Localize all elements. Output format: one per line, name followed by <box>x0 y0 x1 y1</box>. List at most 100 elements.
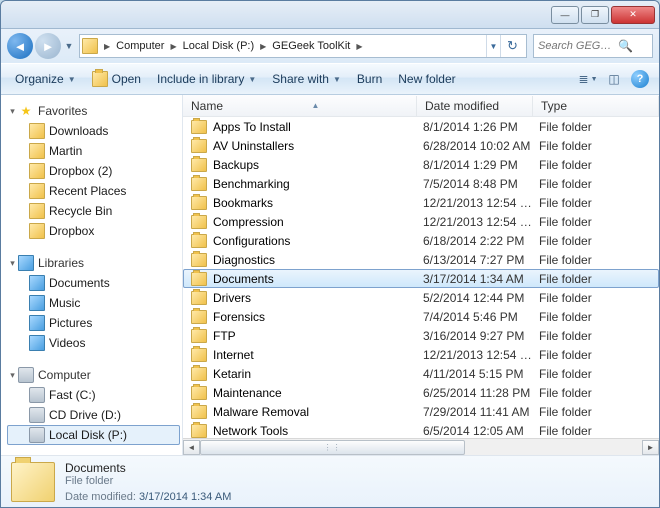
file-date: 12/21/2013 12:54 … <box>423 348 539 362</box>
breadcrumb-segment[interactable]: Computer <box>112 38 168 54</box>
sidebar-item[interactable]: Recent Places <box>7 181 180 201</box>
help-button[interactable]: ? <box>629 68 651 90</box>
sidebar-item-label: Martin <box>49 144 82 158</box>
sidebar-item[interactable]: Dropbox (2) <box>7 161 180 181</box>
organize-button[interactable]: Organize▼ <box>7 68 84 90</box>
column-date[interactable]: Date modified <box>417 96 533 116</box>
minimize-button[interactable]: — <box>551 6 579 24</box>
sidebar-item[interactable]: Martin <box>7 141 180 161</box>
file-row[interactable]: Malware Removal7/29/2014 11:41 AMFile fo… <box>183 402 659 421</box>
burn-button[interactable]: Burn <box>349 68 390 90</box>
breadcrumb-segment[interactable]: GEGeek ToolKit <box>268 38 354 54</box>
sidebar-item[interactable]: Documents <box>7 273 180 293</box>
column-name[interactable]: Name▲ <box>183 96 417 116</box>
file-type: File folder <box>539 424 659 438</box>
sidebar-item[interactable]: Fast (C:) <box>7 385 180 405</box>
address-dropdown[interactable]: ▼ <box>486 35 500 57</box>
file-type: File folder <box>539 348 659 362</box>
sidebar-item-label: Downloads <box>49 124 108 138</box>
file-row[interactable]: Bookmarks12/21/2013 12:54 …File folder <box>183 193 659 212</box>
include-library-button[interactable]: Include in library▼ <box>149 68 264 90</box>
address-bar[interactable]: ▶ Computer ▶ Local Disk (P:) ▶ GEGeek To… <box>79 34 527 58</box>
file-name: Drivers <box>213 291 423 305</box>
details-pane: Documents File folder Date modified: 3/1… <box>1 455 659 507</box>
sidebar-item-label: Music <box>49 296 80 310</box>
scroll-track[interactable]: ⋮⋮ <box>200 440 642 455</box>
forward-button[interactable]: ► <box>35 33 61 59</box>
new-folder-button[interactable]: New folder <box>390 68 463 90</box>
file-date: 3/16/2014 9:27 PM <box>423 329 539 343</box>
item-icon <box>29 335 45 351</box>
folder-icon <box>191 367 207 381</box>
file-row[interactable]: Benchmarking7/5/2014 8:48 PMFile folder <box>183 174 659 193</box>
item-icon <box>29 295 45 311</box>
scroll-thumb[interactable]: ⋮⋮ <box>200 440 465 455</box>
chevron-right-icon[interactable]: ▶ <box>258 42 268 51</box>
history-dropdown[interactable]: ▼ <box>63 33 75 59</box>
libraries-icon <box>18 255 34 271</box>
horizontal-scrollbar[interactable]: ◄ ⋮⋮ ► <box>183 438 659 455</box>
explorer-window: — ❐ ✕ ◄ ► ▼ ▶ Computer ▶ Local Disk (P:)… <box>0 0 660 508</box>
search-box[interactable]: 🔍 <box>533 34 653 58</box>
search-input[interactable] <box>538 40 618 52</box>
sidebar-libraries-header[interactable]: ▾Libraries <box>7 253 180 273</box>
sidebar-item[interactable]: Recycle Bin <box>7 201 180 221</box>
sidebar-item-label: CD Drive (D:) <box>49 408 121 422</box>
maximize-button[interactable]: ❐ <box>581 6 609 24</box>
file-name: Maintenance <box>213 386 423 400</box>
close-button[interactable]: ✕ <box>611 6 655 24</box>
file-row[interactable]: Drivers5/2/2014 12:44 PMFile folder <box>183 288 659 307</box>
chevron-right-icon[interactable]: ▶ <box>102 42 112 51</box>
file-row[interactable]: Backups8/1/2014 1:29 PMFile folder <box>183 155 659 174</box>
file-row[interactable]: AV Uninstallers6/28/2014 10:02 AMFile fo… <box>183 136 659 155</box>
share-with-button[interactable]: Share with▼ <box>264 68 349 90</box>
sidebar-computer-header[interactable]: ▾Computer <box>7 365 180 385</box>
view-mode-button[interactable]: ≣▼ <box>577 68 599 90</box>
file-row[interactable]: FTP3/16/2014 9:27 PMFile folder <box>183 326 659 345</box>
details-modified: Date modified: 3/17/2014 1:34 AM <box>65 491 231 503</box>
chevron-right-icon[interactable]: ▶ <box>354 42 364 51</box>
file-date: 7/29/2014 11:41 AM <box>423 405 539 419</box>
chevron-right-icon[interactable]: ▶ <box>168 42 178 51</box>
open-button[interactable]: Open <box>84 67 149 91</box>
breadcrumb-segment[interactable]: Local Disk (P:) <box>179 38 259 54</box>
sort-asc-icon: ▲ <box>312 101 320 110</box>
file-row[interactable]: Network Tools6/5/2014 12:05 AMFile folde… <box>183 421 659 438</box>
file-row[interactable]: Configurations6/18/2014 2:22 PMFile fold… <box>183 231 659 250</box>
file-row[interactable]: Forensics7/4/2014 5:46 PMFile folder <box>183 307 659 326</box>
sidebar-item-label: Documents <box>49 276 110 290</box>
file-row[interactable]: Ketarin4/11/2014 5:15 PMFile folder <box>183 364 659 383</box>
file-row[interactable]: Apps To Install8/1/2014 1:26 PMFile fold… <box>183 117 659 136</box>
file-row[interactable]: Diagnostics6/13/2014 7:27 PMFile folder <box>183 250 659 269</box>
back-button[interactable]: ◄ <box>7 33 33 59</box>
sidebar-item[interactable]: Music <box>7 293 180 313</box>
file-type: File folder <box>539 177 659 191</box>
column-type[interactable]: Type <box>533 96 659 116</box>
file-row[interactable]: Maintenance6/25/2014 11:28 PMFile folder <box>183 383 659 402</box>
preview-pane-button[interactable]: ◫ <box>603 68 625 90</box>
file-row[interactable]: Internet12/21/2013 12:54 …File folder <box>183 345 659 364</box>
sidebar-favorites-header[interactable]: ▾★Favorites <box>7 101 180 121</box>
file-row[interactable]: Documents3/17/2014 1:34 AMFile folder <box>183 269 659 288</box>
folder-icon <box>191 272 207 286</box>
file-date: 12/21/2013 12:54 … <box>423 215 539 229</box>
file-row[interactable]: Compression12/21/2013 12:54 …File folder <box>183 212 659 231</box>
toolbar: Organize▼ Open Include in library▼ Share… <box>1 63 659 95</box>
star-icon: ★ <box>18 103 34 119</box>
sidebar-item[interactable]: Pictures <box>7 313 180 333</box>
file-date: 4/11/2014 5:15 PM <box>423 367 539 381</box>
sidebar-item[interactable]: Dropbox <box>7 221 180 241</box>
search-icon[interactable]: 🔍 <box>618 39 633 53</box>
navigation-pane[interactable]: ▾★Favorites DownloadsMartinDropbox (2)Re… <box>1 95 183 455</box>
body: ▾★Favorites DownloadsMartinDropbox (2)Re… <box>1 95 659 455</box>
sidebar-item[interactable]: Local Disk (P:) <box>7 425 180 445</box>
sidebar-item[interactable]: Videos <box>7 333 180 353</box>
sidebar-item[interactable]: Downloads <box>7 121 180 141</box>
file-list[interactable]: Apps To Install8/1/2014 1:26 PMFile fold… <box>183 117 659 438</box>
refresh-button[interactable]: ↻ <box>500 35 524 57</box>
file-name: Network Tools <box>213 424 423 438</box>
scroll-left-button[interactable]: ◄ <box>183 440 200 455</box>
sidebar-item[interactable]: CD Drive (D:) <box>7 405 180 425</box>
sidebar-item-label: Videos <box>49 336 85 350</box>
scroll-right-button[interactable]: ► <box>642 440 659 455</box>
